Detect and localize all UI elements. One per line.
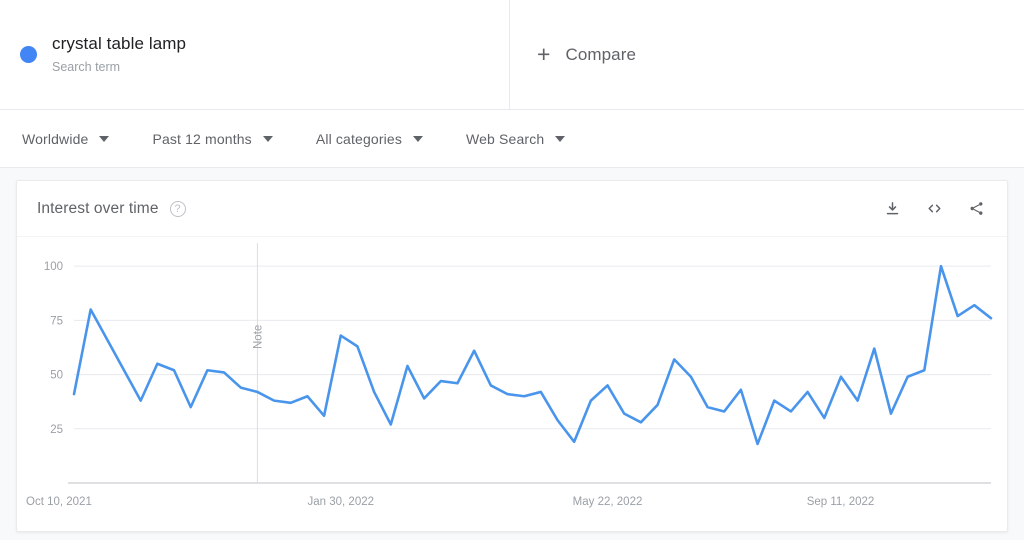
svg-text:50: 50 xyxy=(50,370,63,382)
chevron-down-icon xyxy=(99,135,110,142)
card-actions xyxy=(860,200,985,217)
interest-over-time-card: Interest over time ? 25 50 75 100 Note O… xyxy=(16,180,1008,532)
filter-search-type-label: Web Search xyxy=(466,130,545,147)
search-term-card[interactable]: crystal table lamp Search term xyxy=(0,0,510,109)
filter-location[interactable]: Worldwide xyxy=(22,130,110,147)
chevron-down-icon xyxy=(555,135,566,142)
svg-text:Sep 11, 2022: Sep 11, 2022 xyxy=(807,496,875,508)
embed-code-icon[interactable] xyxy=(925,200,944,217)
card-title: Interest over time xyxy=(37,199,159,217)
search-term-title: crystal table lamp xyxy=(52,34,187,53)
search-term-texts: crystal table lamp Search term xyxy=(52,33,186,76)
svg-text:Jan 30, 2022: Jan 30, 2022 xyxy=(308,496,375,508)
filter-search-type[interactable]: Web Search xyxy=(466,130,566,147)
search-terms-header: crystal table lamp Search term + Compare xyxy=(0,0,1024,110)
filter-location-label: Worldwide xyxy=(22,130,89,147)
svg-text:Note: Note xyxy=(252,325,264,349)
plus-icon: + xyxy=(537,41,551,67)
download-icon[interactable] xyxy=(884,200,901,217)
compare-button[interactable]: + Compare xyxy=(510,0,1024,109)
filter-time-range-label: Past 12 months xyxy=(152,130,252,147)
card-title-wrap: Interest over time ? xyxy=(37,200,186,218)
svg-text:75: 75 xyxy=(50,315,63,327)
help-icon[interactable]: ? xyxy=(169,200,186,217)
filter-category-label: All categories xyxy=(315,130,402,147)
filter-category[interactable]: All categories xyxy=(316,131,423,147)
filter-bar: Worldwide Past 12 months All categories … xyxy=(0,110,1024,168)
page-body: Interest over time ? 25 50 75 100 Note O… xyxy=(0,168,1024,540)
svg-text:Oct 10, 2021: Oct 10, 2021 xyxy=(26,496,92,508)
card-header: Interest over time ? xyxy=(17,181,1007,237)
filter-time-range[interactable]: Past 12 months xyxy=(152,130,273,147)
svg-text:100: 100 xyxy=(44,261,63,273)
chevron-down-icon xyxy=(262,135,273,142)
svg-text:May 22, 2022: May 22, 2022 xyxy=(573,496,643,508)
compare-label: Compare xyxy=(565,44,637,64)
chart-area: 25 50 75 100 Note Oct 10, 2021 Jan 30, 2022 May… xyxy=(17,237,1007,531)
search-term-subtitle: Search term xyxy=(52,60,121,74)
share-icon[interactable] xyxy=(968,200,985,217)
chevron-down-icon xyxy=(413,135,423,142)
google-trends-page: crystal table lamp Search term + Compare… xyxy=(0,0,1024,540)
series-color-dot xyxy=(20,46,37,63)
interest-over-time-chart[interactable]: 25 50 75 100 Note Oct 10, 2021 Jan 30, 2022 May… xyxy=(17,237,1007,531)
svg-text:25: 25 xyxy=(50,424,63,436)
